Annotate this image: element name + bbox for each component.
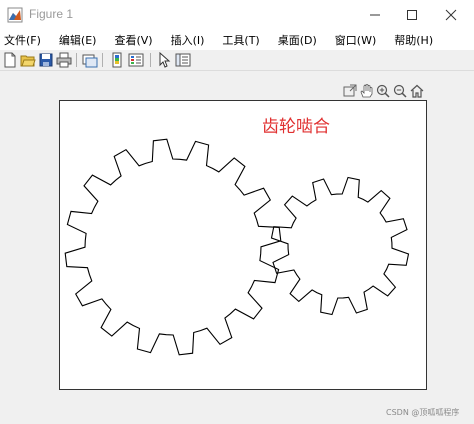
menu-file[interactable]: 文件(F): [4, 32, 41, 48]
toolbar-separator: [150, 53, 151, 67]
watermark-text: CSDN @顶呱呱程序: [386, 408, 460, 417]
menu-edit[interactable]: 编辑(E): [59, 32, 97, 48]
menu-desktop[interactable]: 桌面(D): [278, 32, 317, 48]
close-icon: [445, 9, 457, 21]
gears-drawing: [64, 138, 410, 356]
menu-help[interactable]: 帮助(H): [394, 32, 433, 48]
menu-tools[interactable]: 工具(T): [222, 32, 259, 48]
new-figure-icon[interactable]: [2, 52, 18, 68]
axes-toolbar: [343, 84, 427, 100]
close-button[interactable]: [428, 0, 474, 30]
insert-legend-icon[interactable]: [128, 52, 144, 68]
edit-plot-arrow-icon[interactable]: [156, 52, 172, 68]
insert-colorbar-icon[interactable]: [109, 52, 125, 68]
window-title: Figure 1: [29, 7, 74, 21]
print-icon[interactable]: [56, 52, 72, 68]
menu-window[interactable]: 窗口(W): [335, 32, 376, 48]
export-icon[interactable]: [343, 84, 357, 98]
zoom-out-icon[interactable]: [393, 84, 407, 98]
pan-hand-icon[interactable]: [359, 84, 373, 98]
menu-insert[interactable]: 插入(I): [171, 32, 205, 48]
link-plot-icon[interactable]: [82, 52, 98, 68]
menu-view[interactable]: 查看(V): [114, 32, 152, 48]
minimize-icon: [370, 14, 380, 16]
toolbar-separator: [76, 53, 77, 67]
plot-title: 齿轮啮合: [262, 117, 330, 137]
open-file-icon[interactable]: [20, 52, 36, 68]
title-bar: Figure 1: [0, 0, 474, 30]
menu-bar: 文件(F) 编辑(E) 查看(V) 插入(I) 工具(T) 桌面(D) 窗口(W…: [0, 30, 474, 50]
toolbar-separator: [102, 53, 103, 67]
matlab-figure-icon: [7, 7, 23, 23]
figure-toolbar: [0, 50, 474, 71]
large-gear: [64, 138, 282, 356]
save-icon[interactable]: [38, 52, 54, 68]
zoom-in-icon[interactable]: [376, 84, 390, 98]
maximize-icon: [407, 10, 417, 20]
small-gear: [270, 176, 410, 316]
home-icon[interactable]: [410, 84, 424, 98]
property-inspector-icon[interactable]: [175, 52, 191, 68]
